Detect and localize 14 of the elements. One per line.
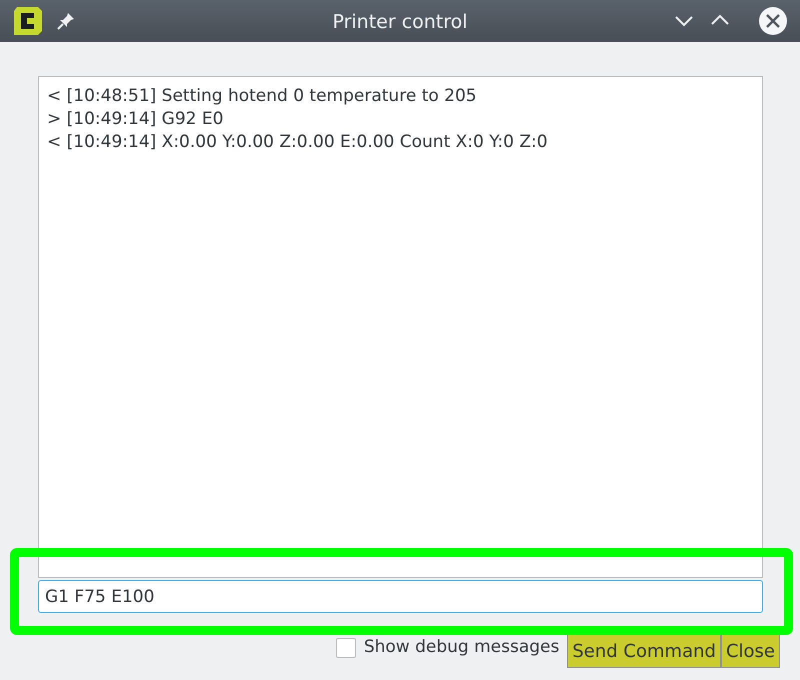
window-title: Printer control [332, 10, 468, 35]
command-field[interactable]: G1 F75 E100 [38, 580, 763, 613]
dialog-button[interactable]: Send Command [567, 634, 721, 668]
dialog-button[interactable]: Close [720, 634, 780, 668]
maximize-icon[interactable] [710, 14, 730, 26]
pin-icon[interactable] [56, 11, 76, 31]
log-line: > [10:49:14] G92 E0 [47, 108, 224, 131]
app-logo-icon [12, 5, 44, 37]
log-line: < [10:49:14] X:0.00 Y:0.00 Z:0.00 E:0.00 Count X:0 Y:0 Z:0 [47, 131, 548, 154]
debug-checkbox[interactable] [336, 638, 356, 658]
minimize-icon[interactable] [674, 15, 694, 27]
checkbox-label: Show debug messages [364, 636, 560, 660]
log-line: < [10:48:51] Setting hotend 0 temperature to 205 [47, 85, 477, 108]
close-icon[interactable] [758, 6, 788, 36]
